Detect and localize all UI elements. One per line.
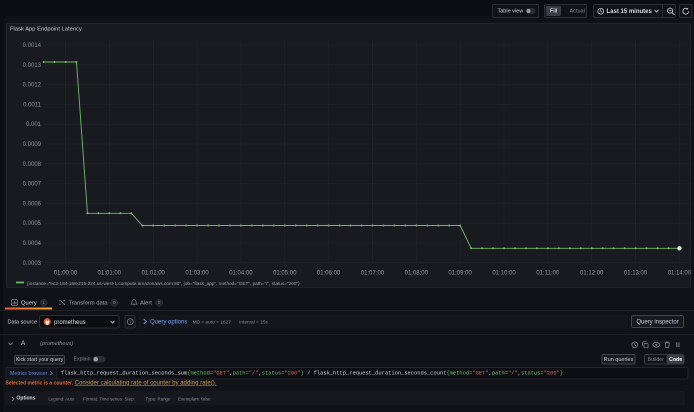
svg-text:01:06:00: 01:06:00 <box>317 271 341 277</box>
svg-text:01:11:00: 01:11:00 <box>536 271 560 277</box>
svg-text:01:10:00: 01:10:00 <box>492 271 516 277</box>
svg-text:01:00:00: 01:00:00 <box>54 271 78 277</box>
svg-text:0.001: 0.001 <box>26 122 42 128</box>
svg-text:0.0007: 0.0007 <box>23 182 42 188</box>
svg-text:01:01:00: 01:01:00 <box>98 271 122 277</box>
svg-text:{instance="ec2-184-168-216-224: {instance="ec2-184-168-216-224.us-west-1… <box>27 281 300 286</box>
svg-text:0.0008: 0.0008 <box>23 162 42 168</box>
svg-text:01:13:00: 01:13:00 <box>624 271 648 277</box>
svg-text:01:05:00: 01:05:00 <box>273 271 297 277</box>
svg-text:0.0005: 0.0005 <box>23 221 42 227</box>
svg-text:0.0011: 0.0011 <box>23 102 42 108</box>
svg-text:0.0009: 0.0009 <box>23 142 42 148</box>
svg-text:?: ? <box>129 320 132 325</box>
svg-text:0.0012: 0.0012 <box>23 83 42 89</box>
svg-text:01:14:00: 01:14:00 <box>668 271 692 277</box>
svg-text:0.0013: 0.0013 <box>23 63 42 69</box>
svg-text:0.0014: 0.0014 <box>23 43 42 49</box>
svg-text:0.0004: 0.0004 <box>23 241 42 247</box>
svg-text:01:02:00: 01:02:00 <box>142 271 166 277</box>
svg-text:01:04:00: 01:04:00 <box>229 271 253 277</box>
svg-text:0.0006: 0.0006 <box>23 201 42 207</box>
svg-text:01:09:00: 01:09:00 <box>448 271 472 277</box>
svg-text:01:03:00: 01:03:00 <box>185 271 209 277</box>
svg-text:01:07:00: 01:07:00 <box>361 271 385 277</box>
svg-text:0.0003: 0.0003 <box>23 261 42 267</box>
svg-text:01:08:00: 01:08:00 <box>405 271 429 277</box>
svg-text:01:12:00: 01:12:00 <box>580 271 604 277</box>
